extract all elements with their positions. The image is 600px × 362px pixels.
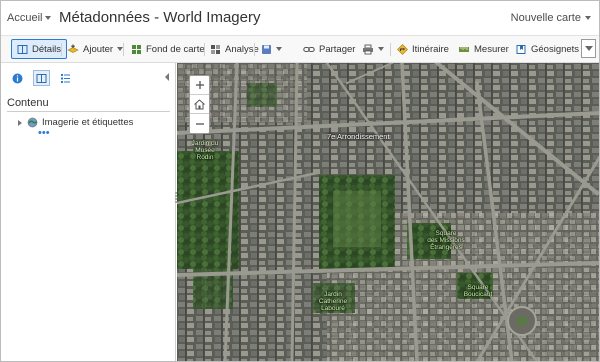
add-button[interactable]: Ajouter [63, 39, 127, 59]
layer-item[interactable]: Imagerie et étiquettes [18, 117, 133, 128]
toolbar-divider [254, 43, 255, 56]
zoom-out-button[interactable] [190, 114, 209, 133]
details-button[interactable]: Détails [11, 39, 68, 59]
add-layer-icon [67, 44, 79, 53]
toolbar-divider [61, 43, 62, 56]
map-label-missions: Square des Missions Étrangères [427, 230, 465, 251]
tab-contents[interactable] [33, 70, 50, 86]
save-button[interactable] [257, 39, 286, 59]
book-icon [36, 73, 47, 83]
share-link-icon [303, 46, 315, 52]
chevron-down-icon [585, 16, 591, 20]
home-extent-button[interactable] [190, 95, 209, 114]
tab-about[interactable] [9, 70, 26, 86]
book-icon [17, 44, 28, 54]
contents-panel: Contenu Imagerie et étiquettes ••• [1, 63, 176, 361]
print-button[interactable] [358, 39, 388, 59]
details-label: Détails [32, 43, 62, 55]
expand-icon[interactable] [18, 119, 22, 126]
layer-label: Imagerie et étiquettes [42, 117, 134, 128]
basemap-label: Fond de carte [146, 43, 205, 55]
toolbar-divider [123, 43, 124, 56]
info-icon [12, 73, 23, 83]
map-label-boucicaut: Square Boucicaut [463, 284, 493, 298]
toolbar-divider [204, 43, 205, 56]
chevron-down-icon [378, 47, 384, 51]
map-view[interactable]: 7e Arrondissement Jardin du Musée Rodin … [177, 63, 599, 361]
directions-icon [397, 43, 408, 55]
directions-label: Itinéraire [412, 43, 449, 55]
directions-button[interactable]: Itinéraire [393, 39, 453, 59]
share-button[interactable]: Partager [299, 39, 359, 59]
layer-options-icon[interactable]: ••• [38, 127, 50, 139]
add-label: Ajouter [83, 43, 114, 55]
grid-icon [132, 44, 141, 54]
zoom-in-button[interactable] [190, 76, 209, 95]
analysis-icon [211, 44, 220, 54]
save-icon [262, 44, 271, 54]
plus-icon [195, 81, 204, 89]
toolbar-more-button[interactable] [581, 39, 596, 58]
basemap-layer-icon [27, 117, 38, 128]
aerial-imagery [177, 63, 599, 361]
basemap-button[interactable]: Fond de carte [127, 39, 209, 59]
panel-heading: Contenu [7, 97, 49, 109]
signets-button[interactable]: Géosignets [512, 39, 583, 59]
measure-button[interactable]: Mesurer [454, 39, 513, 59]
share-label: Partager [319, 43, 356, 55]
new-map-label: Nouvelle carte [510, 12, 581, 24]
map-label-catherine: Jardin Catherine Labouré [318, 291, 348, 312]
tab-legend[interactable] [57, 70, 74, 86]
chevron-down-icon [584, 46, 593, 51]
panel-tabs [9, 70, 74, 86]
map-label-rodin: Jardin du Musée Rodin [191, 140, 219, 161]
bookmark-icon [516, 44, 526, 54]
home-icon [194, 98, 205, 109]
print-icon [363, 44, 373, 54]
measure-label: Mesurer [474, 43, 509, 55]
app-window: Accueil Métadonnées - World Imagery Nouv… [0, 0, 600, 362]
app-header: Accueil Métadonnées - World Imagery Nouv… [1, 1, 599, 36]
zoom-controls [189, 75, 210, 134]
home-menu[interactable]: Accueil [7, 12, 52, 24]
map-label-arrondissement: 7e Arrondissement [327, 132, 390, 141]
chevron-down-icon [45, 16, 52, 20]
home-label: Accueil [7, 12, 43, 24]
map-toolbar: Détails Ajouter Fond de carte Analyse Pa… [1, 36, 599, 63]
panel-divider [7, 111, 170, 112]
legend-icon [61, 73, 70, 83]
map-title: Métadonnées - World Imagery [59, 9, 261, 26]
new-map-menu[interactable]: Nouvelle carte [511, 12, 591, 24]
ruler-icon [459, 46, 469, 52]
toolbar-divider [390, 43, 391, 56]
chevron-down-icon [276, 47, 282, 51]
minus-icon [195, 122, 204, 125]
collapse-panel-icon[interactable] [165, 73, 169, 81]
signets-label: Géosignets [531, 43, 580, 55]
